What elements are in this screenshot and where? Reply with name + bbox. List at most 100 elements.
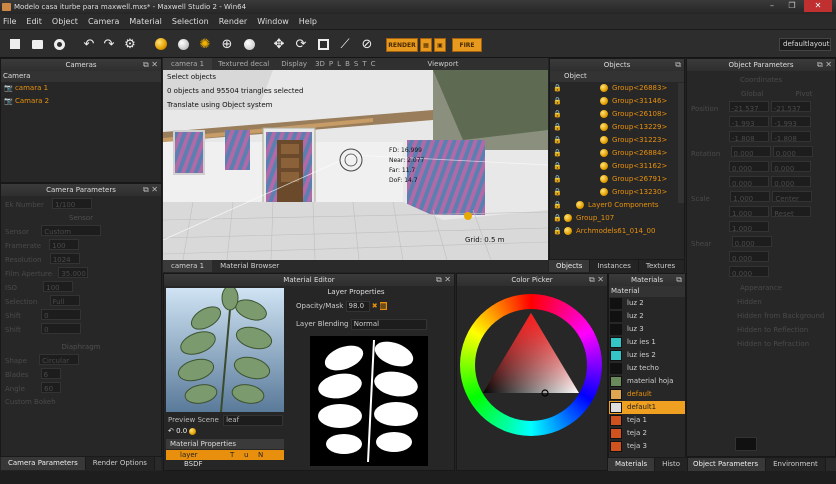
object-item[interactable]: 🔒 Group<31162> — [550, 160, 684, 173]
settings-gear-icon[interactable]: ⚙ — [121, 35, 139, 53]
tab-history[interactable]: Histo — [655, 458, 688, 471]
center-button[interactable]: Center — [772, 191, 813, 203]
hidden-option[interactable]: Hidden — [691, 295, 831, 309]
tab-l[interactable]: L — [335, 58, 343, 70]
undo-icon[interactable]: ↶ — [80, 35, 98, 53]
material-item[interactable]: default — [609, 388, 685, 401]
bsdf-row[interactable]: BSDF — [184, 460, 203, 468]
color-swatch[interactable] — [735, 437, 757, 451]
material-item-selected[interactable]: default1 — [609, 401, 685, 414]
lock-icon: 🔒 — [553, 136, 562, 144]
tab-materials[interactable]: Materials — [608, 458, 656, 471]
menu-help[interactable]: Help — [299, 17, 317, 26]
object-group-item[interactable]: 🔒 Archmodels61_014_00 — [550, 225, 684, 238]
object-item[interactable]: 🔒 Group<13229> — [550, 121, 684, 134]
object-item[interactable]: 🔒 Group<26883> — [550, 82, 684, 95]
object-item[interactable]: 🔒 Group<26108> — [550, 108, 684, 121]
tab-b[interactable]: B — [343, 58, 352, 70]
tab-environment[interactable]: Environment — [766, 458, 826, 471]
material-item[interactable]: luz 3 — [609, 323, 685, 336]
tab-instances[interactable]: Instances — [590, 260, 639, 272]
tab-camera-parameters[interactable]: Camera Parameters — [1, 457, 86, 470]
tab-camera-1[interactable]: camera 1 — [163, 58, 213, 70]
scale-tool-icon[interactable] — [314, 35, 332, 53]
tab-textured-decal[interactable]: Textured decal — [212, 58, 275, 70]
material-item[interactable]: material hoja — [609, 375, 685, 388]
undo-icon[interactable]: ↶ — [168, 427, 174, 435]
camera-item[interactable]: 📷 Camara 2 — [1, 95, 161, 108]
preview-sphere-icon[interactable] — [240, 35, 258, 53]
fire-button[interactable]: FIRE — [452, 38, 482, 52]
object-group-item[interactable]: 🔒 Group_107 — [550, 212, 684, 225]
hidden-reflection-option[interactable]: Hidden to Reflection — [691, 323, 831, 337]
layout-select[interactable]: defaultlayout — [779, 38, 831, 51]
tab-textures-list[interactable]: Textures List — [638, 260, 685, 283]
close-x-icon[interactable]: ✖ — [372, 302, 378, 310]
render-button[interactable]: RENDER — [386, 38, 418, 52]
tab-3d[interactable]: 3D — [313, 58, 327, 70]
tab-objects[interactable]: Objects — [549, 260, 591, 272]
globe-icon[interactable]: ⊕ — [218, 35, 236, 53]
new-scene-icon[interactable] — [6, 35, 24, 53]
sphere-icon[interactable] — [189, 427, 200, 435]
tab-s[interactable]: S — [352, 58, 360, 70]
tab-object-parameters[interactable]: Object Parameters — [686, 458, 767, 471]
object-item[interactable]: 🔒 Group<31223> — [550, 134, 684, 147]
menu-file[interactable]: File — [3, 17, 16, 26]
viewport-canvas[interactable]: Select objects 0 objects and 95504 trian… — [163, 70, 548, 260]
move-tool-icon[interactable]: ✥ — [270, 35, 288, 53]
tab-camera-1-bottom[interactable]: camera 1 — [163, 260, 213, 272]
window-mid — [225, 130, 250, 170]
sphere-material-icon[interactable] — [152, 35, 170, 53]
close-button[interactable]: ✕ — [804, 0, 832, 12]
menu-edit[interactable]: Edit — [26, 17, 42, 26]
object-item[interactable]: 🔒 Group<26791> — [550, 173, 684, 186]
sun-light-icon[interactable]: ✺ — [196, 35, 214, 53]
tab-p[interactable]: P — [327, 58, 335, 70]
menu-selection[interactable]: Selection — [172, 17, 209, 26]
snap-tool-icon[interactable]: ⟋ — [336, 35, 354, 53]
opacity-input[interactable]: 98.0 — [345, 301, 370, 312]
material-item[interactable]: luz ies 1 — [609, 336, 685, 349]
render-region-button[interactable]: ▦ — [420, 38, 432, 52]
preview-scene-select[interactable]: leaf — [223, 415, 284, 426]
texture-icon[interactable]: ▦ — [379, 302, 387, 310]
tab-material-browser[interactable]: Material Browser — [212, 260, 287, 272]
blending-select[interactable]: Normal — [350, 319, 427, 330]
menu-object[interactable]: Object — [52, 17, 78, 26]
object-item[interactable]: 🔒 Group<31146> — [550, 95, 684, 108]
object-group-item[interactable]: 🔒 Layer0 Components — [550, 199, 684, 212]
tab-t[interactable]: T — [360, 58, 368, 70]
material-item[interactable]: teja 3 — [609, 440, 685, 453]
object-item[interactable]: 🔒 Group<26884> — [550, 147, 684, 160]
minimize-button[interactable]: – — [763, 0, 781, 12]
maximize-button[interactable]: ❐ — [783, 0, 801, 12]
objects-scrollbar[interactable] — [678, 83, 684, 203]
material-item[interactable]: teja 2 — [609, 427, 685, 440]
emitter-sphere-icon[interactable] — [174, 35, 192, 53]
menu-material[interactable]: Material — [129, 17, 162, 26]
material-item[interactable]: luz 2 — [609, 310, 685, 323]
camera-item[interactable]: 📷 camara 1 — [1, 82, 161, 95]
menu-window[interactable]: Window — [257, 17, 289, 26]
menu-render[interactable]: Render — [219, 17, 247, 26]
material-item[interactable]: teja 1 — [609, 414, 685, 427]
material-item[interactable]: luz 2 — [609, 297, 685, 310]
import-icon[interactable] — [50, 35, 68, 53]
camera-tool-icon[interactable]: ⊘ — [358, 35, 376, 53]
redo-icon[interactable]: ↷ — [100, 35, 118, 53]
material-item[interactable]: luz techo — [609, 362, 685, 375]
tab-display[interactable]: Display — [275, 58, 313, 70]
hidden-background-option[interactable]: Hidden from Background — [691, 309, 831, 323]
rotate-tool-icon[interactable]: ⟳ — [292, 35, 310, 53]
open-folder-icon[interactable] — [28, 35, 46, 53]
render-options-button[interactable]: ▣ — [434, 38, 446, 52]
hidden-refraction-option[interactable]: Hidden to Refraction — [691, 337, 831, 351]
material-item[interactable]: luz ies 2 — [609, 349, 685, 362]
object-item[interactable]: 🔒 Group<13230> — [550, 186, 684, 199]
reset-button[interactable]: Reset — [771, 206, 812, 218]
tab-render-options[interactable]: Render Options — [85, 457, 155, 470]
tab-c[interactable]: C — [369, 58, 378, 70]
menu-camera[interactable]: Camera — [88, 17, 119, 26]
saturation-triangle[interactable] — [475, 309, 587, 421]
